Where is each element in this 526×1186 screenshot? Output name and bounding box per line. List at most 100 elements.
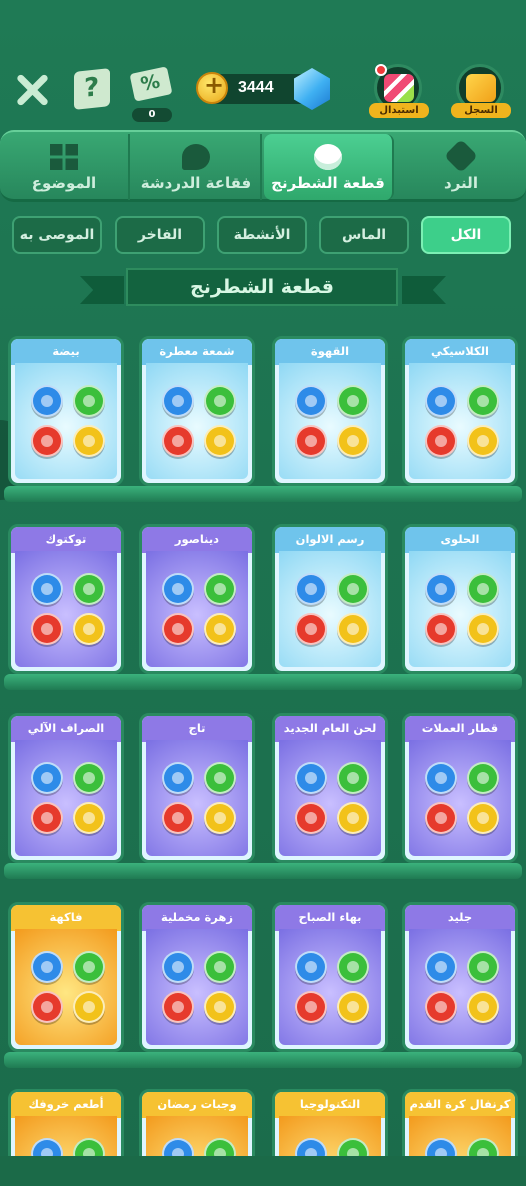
game-piece-icon xyxy=(467,573,499,605)
card-title: ديناصور xyxy=(142,527,252,553)
game-piece-icon xyxy=(31,425,63,457)
tab-label: فقاعة الدردشة xyxy=(140,174,252,192)
category-tabs: الموضوع فقاعة الدردشة قطعة الشطرنج النرد xyxy=(0,130,526,202)
section-banner: قطعة الشطرنج xyxy=(80,268,446,308)
chess-piece-card[interactable]: الصراف الآلي xyxy=(8,713,124,863)
chess-piece-card[interactable]: لحن العام الجديد xyxy=(272,713,388,863)
chat-bubble-icon xyxy=(182,144,210,170)
game-piece-icon xyxy=(337,613,369,645)
filter-activities[interactable]: الأنشطة xyxy=(217,216,307,254)
close-icon[interactable] xyxy=(12,70,52,110)
game-piece-icon xyxy=(425,802,457,834)
game-piece-icon xyxy=(204,573,236,605)
game-piece-icon xyxy=(295,385,327,417)
chess-piece-card[interactable]: الحلوى xyxy=(402,524,518,674)
card-title: بهاء الصباح xyxy=(275,905,385,931)
section-title: قطعة الشطرنج xyxy=(126,268,398,306)
card-title: القهوة xyxy=(275,339,385,365)
game-piece-icon xyxy=(204,425,236,457)
game-piece-icon xyxy=(467,613,499,645)
shelf xyxy=(4,674,522,690)
game-piece-icon xyxy=(295,613,327,645)
coin-plus-symbol: + xyxy=(204,71,225,99)
game-piece-icon xyxy=(295,762,327,794)
shop-icon xyxy=(384,74,414,102)
tab-chat-bubble[interactable]: فقاعة الدردشة xyxy=(132,134,262,200)
chess-piece-card[interactable]: شمعة معطرة xyxy=(139,336,255,486)
card-title: قطار العملات xyxy=(405,716,515,742)
game-piece-icon xyxy=(204,951,236,983)
game-piece-icon xyxy=(162,385,194,417)
game-piece-icon xyxy=(337,802,369,834)
chess-piece-card[interactable]: توكتوك xyxy=(8,524,124,674)
chess-piece-card[interactable]: زهرة مخملية xyxy=(139,902,255,1052)
tab-theme[interactable]: الموضوع xyxy=(0,134,130,200)
card-title: لحن العام الجديد xyxy=(275,716,385,742)
exchange-label: استبدال xyxy=(369,103,429,118)
game-piece-icon xyxy=(425,425,457,457)
chess-piece-card[interactable]: ديناصور xyxy=(139,524,255,674)
game-piece-icon xyxy=(337,573,369,605)
game-piece-icon xyxy=(204,613,236,645)
bottom-bar xyxy=(0,1156,526,1186)
tab-dice[interactable]: النرد xyxy=(396,134,526,200)
game-piece-icon xyxy=(73,762,105,794)
card-title: فاكهة xyxy=(11,905,121,931)
filter-luxury[interactable]: الفاخر xyxy=(115,216,205,254)
card-preview xyxy=(146,929,248,1045)
card-title: زهرة مخملية xyxy=(142,905,252,931)
game-piece-icon xyxy=(467,425,499,457)
chess-piece-card[interactable]: بهاء الصباح xyxy=(272,902,388,1052)
card-preview xyxy=(409,740,511,856)
grid-icon xyxy=(50,144,78,170)
filter-all[interactable]: الكل xyxy=(421,216,511,254)
card-title: وجبات رمضان الشهية xyxy=(142,1092,252,1135)
card-title: بيضة xyxy=(11,339,121,365)
game-piece-icon xyxy=(31,385,63,417)
chess-piece-card[interactable]: جليد xyxy=(402,902,518,1052)
tab-chess-piece[interactable]: قطعة الشطرنج xyxy=(264,134,394,200)
game-piece-icon xyxy=(162,425,194,457)
game-piece-icon xyxy=(337,991,369,1023)
chess-piece-card[interactable]: رسم الالوان xyxy=(272,524,388,674)
game-piece-icon xyxy=(31,802,63,834)
help-icon[interactable]: ? xyxy=(74,68,110,110)
add-coins-icon[interactable]: + xyxy=(196,71,228,104)
chess-piece-card[interactable]: قطار العملات xyxy=(402,713,518,863)
chess-piece-card[interactable]: الكلاسيكي xyxy=(402,336,518,486)
exchange-button[interactable]: استبدال xyxy=(369,64,429,118)
top-bar: ? % 0 + 3444 استبدال السجل xyxy=(0,60,526,126)
ribbon-left xyxy=(80,276,124,304)
chess-piece-card[interactable]: بيضة xyxy=(8,336,124,486)
record-button[interactable]: السجل xyxy=(451,64,511,118)
chess-piece-card[interactable]: فاكهة xyxy=(8,902,124,1052)
game-piece-icon xyxy=(337,951,369,983)
card-preview xyxy=(409,551,511,667)
game-piece-icon xyxy=(467,951,499,983)
notification-dot xyxy=(375,64,387,76)
game-piece-icon xyxy=(295,573,327,605)
game-piece-icon xyxy=(162,951,194,983)
help-symbol: ? xyxy=(84,72,100,104)
chess-piece-card[interactable]: تاج xyxy=(139,713,255,863)
game-piece-icon xyxy=(467,991,499,1023)
game-piece-icon xyxy=(425,991,457,1023)
coupon-button[interactable]: % 0 xyxy=(129,66,173,122)
chess-piece-card[interactable]: القهوة xyxy=(272,336,388,486)
game-piece-icon xyxy=(467,762,499,794)
card-title: كرنفال كرة القدم xyxy=(405,1092,515,1118)
game-piece-icon xyxy=(73,951,105,983)
tab-label: النرد xyxy=(444,174,478,192)
card-preview xyxy=(146,740,248,856)
shelf xyxy=(4,1052,522,1068)
game-piece-icon xyxy=(425,385,457,417)
game-piece-icon xyxy=(31,762,63,794)
coin-value: 3444 xyxy=(238,79,274,96)
chess-piece-icon xyxy=(314,144,342,170)
game-piece-icon xyxy=(337,385,369,417)
card-title: توكتوك xyxy=(11,527,121,553)
filter-diamond[interactable]: الماس xyxy=(319,216,409,254)
game-piece-icon xyxy=(467,802,499,834)
card-preview xyxy=(146,551,248,667)
filter-recommended[interactable]: الموصى به xyxy=(12,216,102,254)
